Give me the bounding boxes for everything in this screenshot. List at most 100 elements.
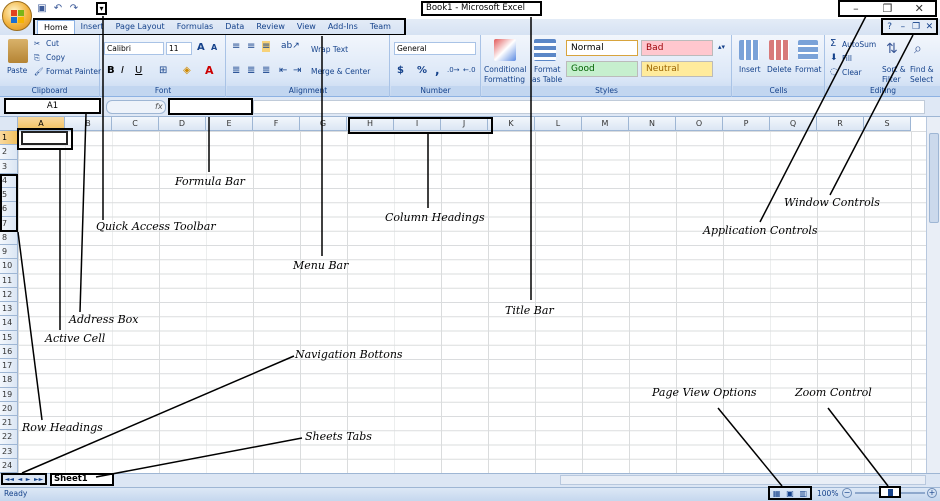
merge-center-button[interactable]: Merge & Center <box>311 67 370 76</box>
help-icon[interactable]: ? <box>883 22 896 32</box>
style-good[interactable]: Good <box>566 61 638 77</box>
address-box[interactable]: A1 <box>4 98 101 114</box>
column-heading-l[interactable]: L <box>535 117 582 131</box>
row-heading-2[interactable]: 2 <box>0 145 18 160</box>
borders-icon[interactable]: ⊞ <box>159 65 167 76</box>
cut-button[interactable]: Cut <box>46 39 59 48</box>
tab-home[interactable]: Home <box>37 20 75 34</box>
tab-view[interactable]: View <box>291 20 322 34</box>
conditional-formatting-label[interactable]: Conditional <box>484 65 526 74</box>
close-icon[interactable]: ✕ <box>903 2 935 15</box>
zoom-in-button[interactable]: + <box>927 488 937 498</box>
number-format-select[interactable]: General <box>394 42 476 55</box>
row-heading-20[interactable]: 20 <box>0 401 18 416</box>
shrink-font-icon[interactable]: A <box>211 43 217 52</box>
tab-review[interactable]: Review <box>250 20 291 34</box>
copy-icon[interactable]: ⎘ <box>34 53 40 63</box>
column-heading-e[interactable]: E <box>206 117 253 131</box>
minimize-icon[interactable]: – <box>840 2 872 15</box>
prev-sheet-icon[interactable]: ◄ <box>18 476 23 483</box>
sort-filter-icon[interactable]: ⇅ <box>886 41 898 57</box>
comma-button[interactable]: , <box>435 63 440 77</box>
cut-icon[interactable]: ✂ <box>34 39 40 48</box>
format-painter-button[interactable]: Format Painter <box>46 67 101 76</box>
horizontal-scrollbar[interactable] <box>560 475 926 485</box>
undo-icon[interactable]: ↶ <box>52 3 64 15</box>
align-left-icon[interactable]: ≣ <box>232 65 240 76</box>
office-button[interactable] <box>2 1 32 31</box>
column-heading-p[interactable]: P <box>723 117 770 131</box>
row-heading-11[interactable]: 11 <box>0 273 18 288</box>
fill-icon[interactable]: ⬇ <box>830 53 838 63</box>
align-right-icon[interactable]: ≣ <box>262 65 270 76</box>
tab-page-layout[interactable]: Page Layout <box>110 20 171 34</box>
column-heading-c[interactable]: C <box>112 117 159 131</box>
format-painter-icon[interactable]: 🖌 <box>34 67 44 76</box>
row-heading-9[interactable]: 9 <box>0 245 18 260</box>
autosum-button[interactable]: AutoSum <box>842 40 876 49</box>
page-layout-view-icon[interactable]: ▣ <box>786 489 794 498</box>
select-all-button[interactable] <box>0 117 18 131</box>
find-select-label[interactable]: Find & <box>910 65 934 74</box>
normal-view-icon[interactable]: ▦ <box>773 489 781 498</box>
app-minimize-icon[interactable]: – <box>896 22 909 32</box>
row-heading-13[interactable]: 13 <box>0 302 18 317</box>
delete-cells-icon[interactable] <box>769 40 789 60</box>
grow-font-icon[interactable]: A <box>197 42 205 53</box>
save-icon[interactable]: ▣ <box>36 3 48 15</box>
autosum-icon[interactable]: Σ <box>830 38 836 49</box>
next-sheet-icon[interactable]: ► <box>26 476 31 483</box>
column-heading-n[interactable]: N <box>629 117 676 131</box>
insert-function-button[interactable]: fx <box>106 100 166 114</box>
copy-button[interactable]: Copy <box>46 53 65 62</box>
column-heading-f[interactable]: F <box>253 117 300 131</box>
fill-color-icon[interactable]: ◈ <box>183 65 191 76</box>
tab-insert[interactable]: Insert <box>75 20 110 34</box>
formula-bar-extension[interactable] <box>253 100 925 114</box>
style-neutral[interactable]: Neutral <box>641 61 713 77</box>
decrease-decimal-icon[interactable]: ←.0 <box>463 66 476 74</box>
orientation-icon[interactable]: ab↗ <box>281 41 300 51</box>
redo-icon[interactable]: ↷ <box>68 3 80 15</box>
conditional-formatting-label-2[interactable]: Formatting <box>484 75 525 84</box>
vertical-scrollbar[interactable] <box>926 117 940 473</box>
paste-button[interactable]: Paste <box>7 66 27 75</box>
format-as-table-label[interactable]: Format <box>534 65 560 74</box>
app-restore-icon[interactable]: ❐ <box>910 22 923 32</box>
align-middle-icon[interactable]: ≡ <box>247 41 255 52</box>
zoom-control[interactable] <box>879 486 901 498</box>
zoom-out-button[interactable]: − <box>842 488 852 498</box>
style-bad[interactable]: Bad <box>641 40 713 56</box>
tab-team[interactable]: Team <box>364 20 397 34</box>
sheet-tab[interactable]: Sheet1 <box>50 473 114 486</box>
paste-icon[interactable] <box>8 39 28 63</box>
increase-decimal-icon[interactable]: .0→ <box>447 66 460 74</box>
find-select-label-2[interactable]: Select <box>910 75 933 84</box>
styles-scroll-icon[interactable]: ▴▾ <box>718 43 725 51</box>
column-heading-k[interactable]: K <box>488 117 535 131</box>
tab-formulas[interactable]: Formulas <box>171 20 220 34</box>
increase-indent-icon[interactable]: ⇥ <box>293 65 301 76</box>
quick-access-more-button[interactable]: ▾ <box>96 2 107 15</box>
fill-button[interactable]: Fill <box>842 54 852 63</box>
tab-data[interactable]: Data <box>219 20 250 34</box>
zoom-slider-thumb[interactable] <box>888 489 893 496</box>
row-heading-21[interactable]: 21 <box>0 416 18 431</box>
row-heading-15[interactable]: 15 <box>0 330 18 345</box>
format-as-table-label-2[interactable]: as Table <box>532 75 562 84</box>
font-name-select[interactable]: Calibri <box>104 42 164 55</box>
align-center-icon[interactable]: ≣ <box>247 65 255 76</box>
row-heading-16[interactable]: 16 <box>0 344 18 359</box>
insert-cells-button[interactable]: Insert <box>739 65 761 74</box>
column-heading-m[interactable]: M <box>582 117 629 131</box>
format-as-table-icon[interactable] <box>534 39 556 61</box>
percent-button[interactable]: % <box>417 65 427 76</box>
row-heading-22[interactable]: 22 <box>0 430 18 445</box>
vertical-scroll-thumb[interactable] <box>929 133 939 223</box>
row-heading-3[interactable]: 3 <box>0 159 18 174</box>
row-heading-1[interactable]: 1 <box>0 131 18 146</box>
bold-button[interactable]: B <box>107 65 115 76</box>
row-heading-24[interactable]: 24 <box>0 458 18 473</box>
align-bottom-icon[interactable]: ≡ <box>262 41 271 52</box>
currency-button[interactable]: $ <box>397 65 404 76</box>
